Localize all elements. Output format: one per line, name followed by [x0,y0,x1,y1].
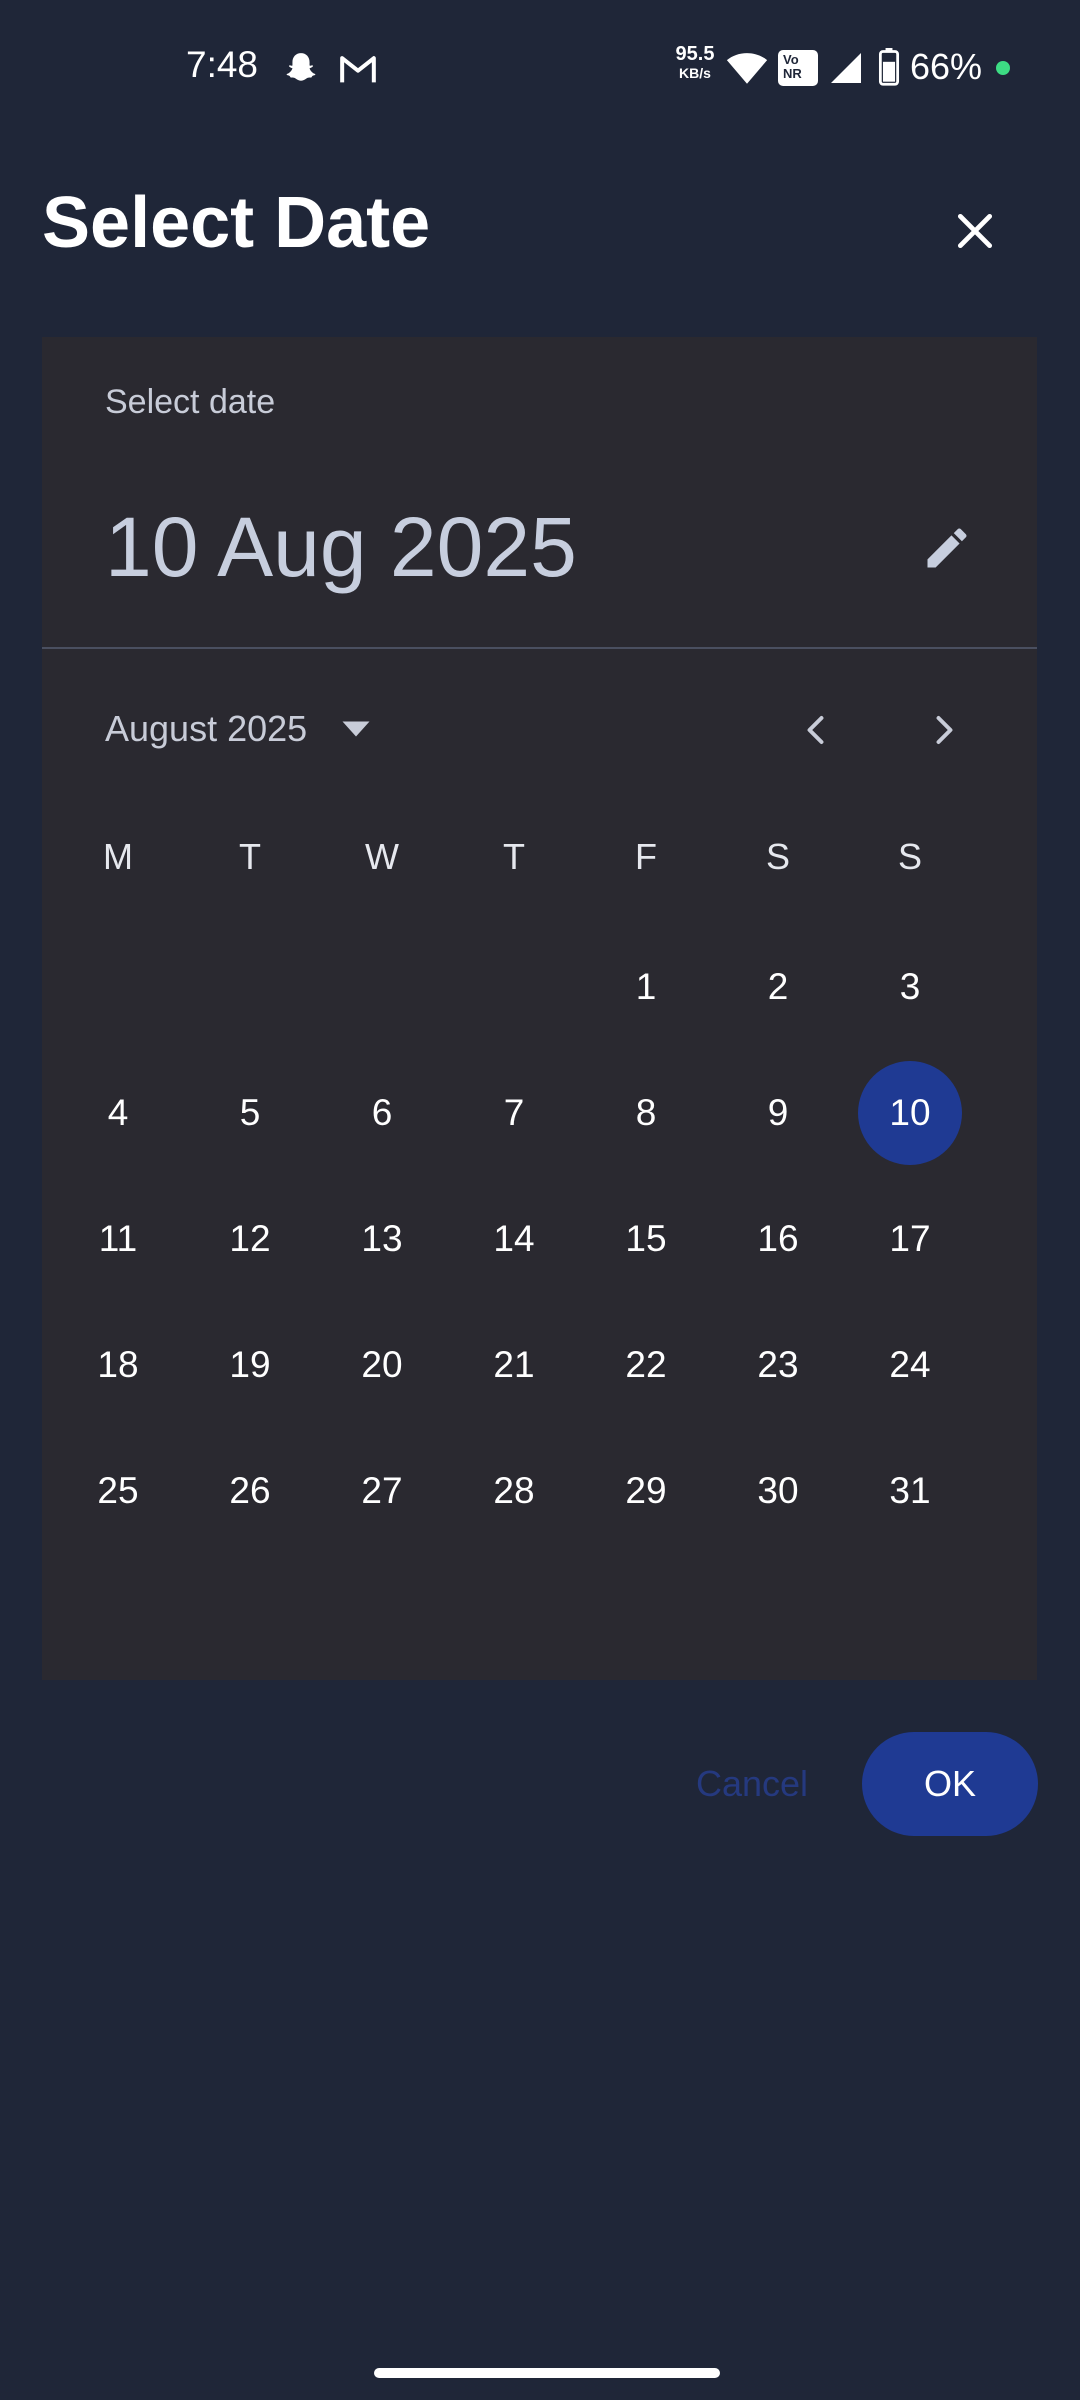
next-month-button[interactable] [910,697,976,763]
previous-month-button[interactable] [784,697,850,763]
calendar-day[interactable]: 9 [712,1050,844,1176]
calendar-week-row: 25 26 27 28 29 30 31 [52,1428,987,1554]
signal-icon [831,53,861,83]
calendar-day[interactable]: 7 [448,1050,580,1176]
gesture-navigation-bar[interactable] [374,2368,720,2378]
empty-day-cell [52,924,184,1050]
ok-button[interactable]: OK [862,1732,1038,1836]
empty-day-cell [448,924,580,1050]
calendar-day[interactable]: 12 [184,1176,316,1302]
header-divider [42,647,1037,649]
calendar-day[interactable]: 3 [844,924,976,1050]
calendar-day-selected[interactable]: 10 [844,1050,976,1176]
calendar-day[interactable]: 17 [844,1176,976,1302]
picker-subtitle: Select date [105,383,276,421]
calendar-day[interactable]: 22 [580,1302,712,1428]
page-title: Select Date [42,183,431,263]
calendar-day[interactable]: 16 [712,1176,844,1302]
calendar-day[interactable]: 25 [52,1428,184,1554]
calendar-week-row: 18 19 20 21 22 23 24 [52,1302,987,1428]
calendar-day[interactable]: 8 [580,1050,712,1176]
calendar-day[interactable]: 2 [712,924,844,1050]
calendar-day[interactable]: 4 [52,1050,184,1176]
edit-date-button[interactable] [912,513,982,583]
snapchat-icon [286,53,316,81]
chevron-right-icon [936,716,953,744]
empty-day-cell [184,924,316,1050]
close-icon [957,213,993,249]
weekday-label: T [503,836,525,877]
status-bar: 7:48 95.5 KB/s Vo NR 66% [0,0,1080,136]
calendar-day[interactable]: 5 [184,1050,316,1176]
weekday-label: W [365,836,399,877]
calendar-day[interactable]: 23 [712,1302,844,1428]
calendar-day[interactable]: 19 [184,1302,316,1428]
calendar-day[interactable]: 27 [316,1428,448,1554]
cancel-button[interactable]: Cancel [672,1732,832,1836]
calendar-day[interactable]: 13 [316,1176,448,1302]
calendar-week-row: 1 2 3 [52,924,987,1050]
calendar-week-row: 4 5 6 7 8 9 10 [52,1050,987,1176]
weekday-header: M T W T F S S [52,827,987,887]
battery-percent: 66% [910,46,983,87]
empty-day-cell [316,924,448,1050]
weekday-label: F [635,836,657,877]
calendar-day[interactable]: 21 [448,1302,580,1428]
weekday-label: S [765,836,790,877]
gmail-icon [340,56,376,83]
date-picker-dialog: Select date 10 Aug 2025 August 2025 M T … [42,337,1037,1680]
calendar-day[interactable]: 18 [52,1302,184,1428]
calendar-day[interactable]: 31 [844,1428,976,1554]
status-time: 7:48 [186,44,259,85]
weekday-label: T [239,836,261,877]
wifi-icon [726,53,768,84]
pencil-icon [927,528,967,568]
close-button[interactable] [940,196,1010,266]
calendar-day[interactable]: 6 [316,1050,448,1176]
privacy-indicator-dot [996,61,1010,75]
calendar-day[interactable]: 26 [184,1428,316,1554]
chevron-left-icon [807,716,824,744]
calendar-day[interactable]: 20 [316,1302,448,1428]
calendar-day[interactable]: 24 [844,1302,976,1428]
calendar-day[interactable]: 28 [448,1428,580,1554]
dropdown-arrow-icon [341,720,371,738]
battery-icon [878,48,900,86]
calendar-day[interactable]: 14 [448,1176,580,1302]
calendar-day[interactable]: 15 [580,1176,712,1302]
network-speed: 95.5 KB/s [675,43,715,81]
weekday-label: S [897,836,922,877]
calendar-day[interactable]: 11 [52,1176,184,1302]
vonr-icon: Vo NR [778,50,818,86]
selected-date-headline: 10 Aug 2025 [105,500,577,594]
calendar-day[interactable]: 29 [580,1428,712,1554]
month-year-label: August 2025 [105,708,308,749]
selected-day-label: 10 [858,1061,962,1165]
calendar-day[interactable]: 1 [580,924,712,1050]
weekday-label: M [103,836,133,877]
calendar-day[interactable]: 30 [712,1428,844,1554]
month-year-selector[interactable]: August 2025 [105,699,371,759]
calendar-week-row: 11 12 13 14 15 16 17 [52,1176,987,1302]
